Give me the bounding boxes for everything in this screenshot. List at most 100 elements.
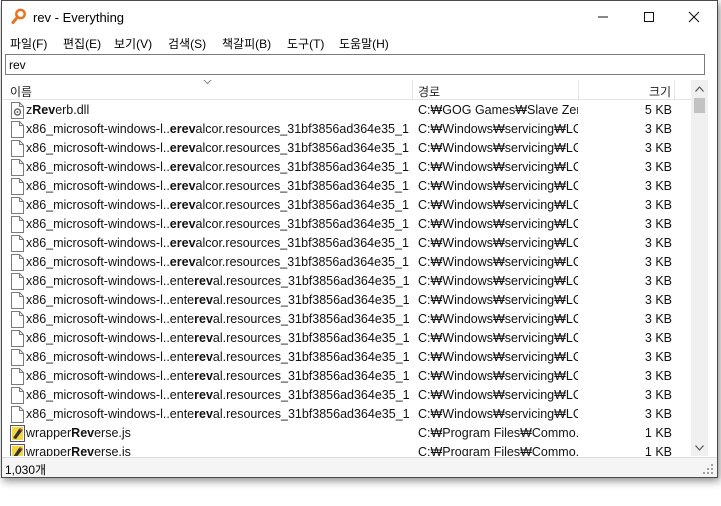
minimize-button[interactable]	[580, 1, 626, 32]
title-bar[interactable]: rev - Everything	[2, 1, 717, 32]
file-size: 1 KB	[644, 445, 672, 456]
file-name: x86_microsoft-windows-l..entereval.resou…	[26, 331, 410, 345]
menu-file[interactable]: 파일(F)	[10, 35, 47, 52]
file-name: x86_microsoft-windows-l..entereval.resou…	[26, 312, 410, 326]
column-header-path[interactable]: 경로	[418, 83, 440, 100]
file-icon	[11, 121, 24, 138]
search-box[interactable]	[5, 54, 705, 75]
table-row[interactable]: x86_microsoft-windows-l..entereval.resou…	[2, 348, 691, 367]
file-icon	[11, 197, 24, 214]
table-row[interactable]: x86_microsoft-windows-l..entereval.resou…	[2, 329, 691, 348]
search-match-highlight: erev	[169, 141, 196, 155]
file-size: 5 KB	[644, 103, 672, 117]
results-rows: zReverb.dll C:₩GOG Games₩Slave Zero... 5 K…	[2, 101, 691, 456]
file-icon	[11, 368, 24, 385]
column-header-name[interactable]: 이름	[10, 83, 32, 100]
menu-edit[interactable]: 편집(E)	[63, 35, 101, 52]
table-row[interactable]: x86_microsoft-windows-l..entereval.resou…	[2, 405, 691, 424]
search-match-highlight: erev	[169, 217, 196, 231]
maximize-button[interactable]	[626, 1, 672, 32]
table-row[interactable]: x86_microsoft-windows-l..entereval.resou…	[2, 310, 691, 329]
file-icon	[11, 216, 24, 233]
file-icon	[11, 311, 24, 328]
table-row[interactable]: zReverb.dll C:₩GOG Games₩Slave Zero... 5 K…	[2, 101, 691, 120]
file-name: wrapperReverse.js	[26, 426, 131, 440]
resize-grip-icon[interactable]	[702, 463, 714, 475]
file-path: C:₩Windows₩servicing₩LC...	[418, 217, 578, 231]
file-path: C:₩Program Files₩Commo...	[418, 445, 578, 456]
file-icon	[11, 140, 24, 157]
file-icon	[11, 235, 24, 252]
table-row[interactable]: wrapperReverse.js C:₩Program Files₩Commo.…	[2, 443, 691, 456]
file-size: 3 KB	[644, 350, 672, 364]
file-path: C:₩Windows₩servicing₩LC...	[418, 350, 578, 364]
file-icon	[11, 159, 24, 176]
search-input[interactable]	[6, 55, 704, 74]
search-match-highlight: erev	[169, 198, 196, 212]
file-icon	[11, 178, 24, 195]
file-name: x86_microsoft-windows-l..entereval.resou…	[26, 369, 410, 383]
table-row[interactable]: x86_microsoft-windows-l..entereval.resou…	[2, 367, 691, 386]
menu-bar: 파일(F) 편집(E) 보기(V) 검색(S) 책갈피(B) 도구(T) 도움말…	[2, 32, 717, 53]
search-match-highlight: rev	[194, 293, 213, 307]
table-row[interactable]: x86_microsoft-windows-l..erevalcor.resou…	[2, 253, 691, 272]
dll-file-icon	[11, 102, 24, 119]
file-path: C:₩Windows₩servicing₩LC...	[418, 236, 578, 250]
menu-search[interactable]: 검색(S)	[168, 35, 206, 52]
file-size: 3 KB	[644, 217, 672, 231]
chevron-up-icon	[695, 85, 704, 92]
file-path: C:₩Windows₩servicing₩LC...	[418, 255, 578, 269]
scrollbar-thumb[interactable]	[694, 98, 705, 113]
table-row[interactable]: x86_microsoft-windows-l..erevalcor.resou…	[2, 158, 691, 177]
file-icon	[11, 406, 24, 423]
menu-tools[interactable]: 도구(T)	[287, 35, 324, 52]
table-row[interactable]: x86_microsoft-windows-l..erevalcor.resou…	[2, 234, 691, 253]
file-name: x86_microsoft-windows-l..erevalcor.resou…	[26, 179, 410, 193]
column-divider[interactable]	[674, 80, 675, 100]
search-match-highlight: rev	[194, 369, 213, 383]
table-row[interactable]: x86_microsoft-windows-l..erevalcor.resou…	[2, 196, 691, 215]
file-size: 3 KB	[644, 236, 672, 250]
table-row[interactable]: x86_microsoft-windows-l..entereval.resou…	[2, 272, 691, 291]
search-match-highlight: rev	[194, 274, 213, 288]
file-path: C:₩Windows₩servicing₩LC...	[418, 369, 578, 383]
table-row[interactable]: x86_microsoft-windows-l..erevalcor.resou…	[2, 177, 691, 196]
column-header-size[interactable]: 크기	[649, 83, 671, 100]
column-divider[interactable]	[578, 80, 579, 100]
close-button[interactable]	[671, 1, 717, 32]
table-row[interactable]: x86_microsoft-windows-l..entereval.resou…	[2, 291, 691, 310]
table-row[interactable]: x86_microsoft-windows-l..erevalcor.resou…	[2, 120, 691, 139]
menu-help[interactable]: 도움말(H)	[339, 35, 389, 52]
file-name: x86_microsoft-windows-l..entereval.resou…	[26, 388, 410, 402]
file-icon	[11, 292, 24, 309]
file-path: C:₩Windows₩servicing₩LC...	[418, 331, 578, 345]
file-path: C:₩Windows₩servicing₩LC...	[418, 179, 578, 193]
file-path: C:₩Windows₩servicing₩LC...	[418, 388, 578, 402]
search-match-highlight: rev	[194, 350, 213, 364]
scroll-down-button[interactable]	[691, 439, 708, 456]
table-row[interactable]: wrapperReverse.js C:₩Program Files₩Commo.…	[2, 424, 691, 443]
table-row[interactable]: x86_microsoft-windows-l..erevalcor.resou…	[2, 139, 691, 158]
file-size: 3 KB	[644, 369, 672, 383]
table-row[interactable]: x86_microsoft-windows-l..entereval.resou…	[2, 386, 691, 405]
file-icon	[11, 387, 24, 404]
file-name: zReverb.dll	[26, 103, 90, 117]
table-row[interactable]: x86_microsoft-windows-l..erevalcor.resou…	[2, 215, 691, 234]
results-list[interactable]: 이름 경로 크기 zReverb.dll C:₩GOG Games₩Slave Z…	[2, 80, 717, 456]
column-divider[interactable]	[412, 80, 413, 100]
file-size: 3 KB	[644, 255, 672, 269]
magnifier-app-icon	[11, 8, 26, 24]
js-file-icon	[10, 444, 25, 456]
vertical-scrollbar[interactable]	[691, 80, 708, 456]
file-path: C:₩Windows₩servicing₩LC...	[418, 160, 578, 174]
file-path: C:₩Windows₩servicing₩LC...	[418, 312, 578, 326]
file-name: x86_microsoft-windows-l..erevalcor.resou…	[26, 160, 410, 174]
file-name: x86_microsoft-windows-l..erevalcor.resou…	[26, 141, 410, 155]
menu-view[interactable]: 보기(V)	[114, 35, 152, 52]
file-path: C:₩Windows₩servicing₩LC...	[418, 122, 578, 136]
file-icon	[11, 273, 24, 290]
file-size: 1 KB	[644, 426, 672, 440]
menu-bookmarks[interactable]: 책갈피(B)	[222, 35, 271, 52]
column-header: 이름 경로 크기	[2, 80, 691, 100]
scroll-up-button[interactable]	[691, 80, 708, 97]
